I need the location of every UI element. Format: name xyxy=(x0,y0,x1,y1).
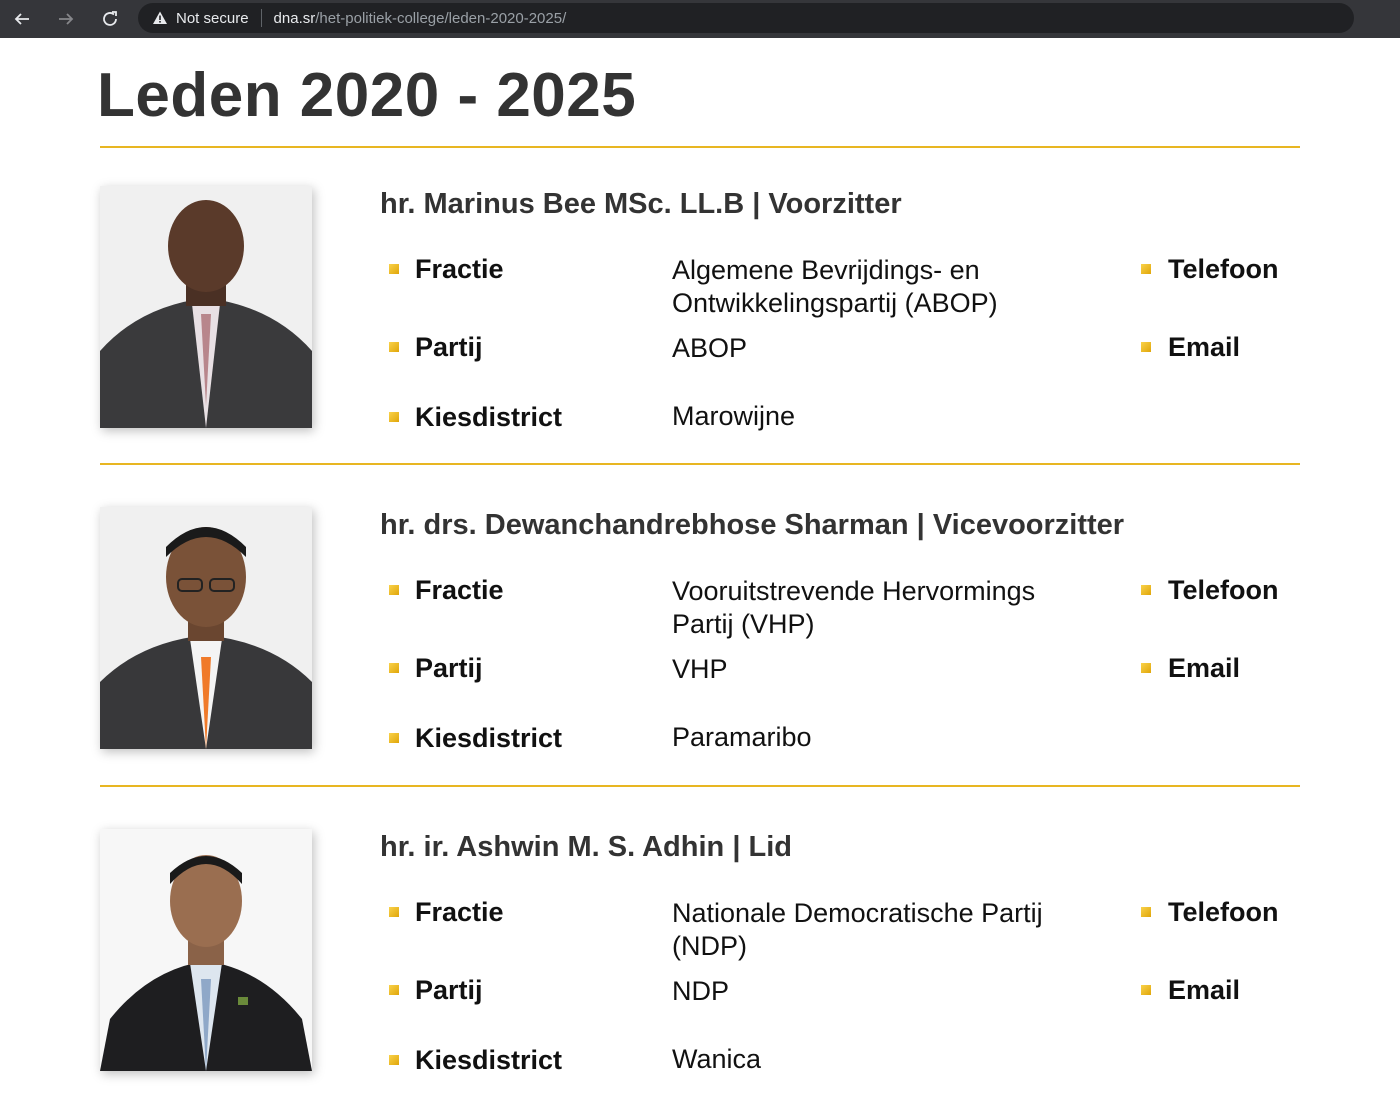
fractie-value: Vooruitstrevende Hervormings Partij (VHP… xyxy=(672,575,1112,641)
bullet-icon xyxy=(1141,264,1151,274)
member-name: hr. drs. Dewanchandrebhose Sharman | Vic… xyxy=(380,509,1125,541)
member-name: hr. ir. Ashwin M. S. Adhin | Lid xyxy=(380,831,792,863)
partij-label: Partij xyxy=(415,653,483,683)
fractie-value: Nationale Democratische Partij (NDP) xyxy=(672,897,1112,963)
member-card: hr. Marinus Bee MSc. LL.B | Voorzitter F… xyxy=(100,186,1300,436)
security-status[interactable]: Not secure xyxy=(176,10,249,27)
bullet-icon xyxy=(1141,663,1151,673)
email-label[interactable]: Email xyxy=(1168,332,1240,363)
kiesdistrict-value: Wanica xyxy=(672,1044,762,1074)
bullet-icon xyxy=(389,663,399,673)
fractie-label: Fractie xyxy=(415,254,504,284)
partij-value: ABOP xyxy=(672,333,748,363)
browser-toolbar: Not secure dna.sr/het-politiek-college/l… xyxy=(0,0,1400,38)
arrow-right-icon xyxy=(59,13,74,25)
omnibox-divider xyxy=(260,9,262,27)
url-path: /het-politiek-college/leden-2020-2025/ xyxy=(315,9,567,27)
partij-value: NDP xyxy=(672,976,730,1006)
telefoon-label[interactable]: Telefoon xyxy=(1168,575,1279,606)
kiesdistrict-label: Kiesdistrict xyxy=(415,723,563,753)
bullet-icon xyxy=(389,585,399,595)
fractie-value: Algemene Bevrijdings- en Ontwikkelingspa… xyxy=(672,254,1112,320)
address-bar[interactable]: Not secure dna.sr/het-politiek-college/l… xyxy=(138,3,1354,33)
fractie-line-2: Ontwikkelingspartij (ABOP) xyxy=(672,288,998,318)
member-card: hr. ir. Ashwin M. S. Adhin | Lid Fractie… xyxy=(100,829,1300,1079)
divider xyxy=(100,785,1300,787)
bullet-icon xyxy=(389,1055,399,1065)
arrow-left-icon xyxy=(14,13,29,25)
member-photo xyxy=(100,829,312,1071)
telefoon-label[interactable]: Telefoon xyxy=(1168,254,1279,285)
divider xyxy=(100,463,1300,465)
forward-button[interactable] xyxy=(46,0,86,38)
fractie-label: Fractie xyxy=(415,575,504,605)
partij-value: VHP xyxy=(672,654,728,684)
bullet-icon xyxy=(389,733,399,743)
reload-button[interactable] xyxy=(90,0,130,38)
kiesdistrict-label: Kiesdistrict xyxy=(415,402,563,432)
member-name: hr. Marinus Bee MSc. LL.B | Voorzitter xyxy=(380,188,902,220)
member-photo xyxy=(100,507,312,749)
kiesdistrict-label: Kiesdistrict xyxy=(415,1045,563,1075)
bullet-icon xyxy=(389,907,399,917)
divider xyxy=(100,146,1300,148)
fractie-label: Fractie xyxy=(415,897,504,927)
partij-label: Partij xyxy=(415,332,483,362)
fractie-line-1: Algemene Bevrijdings- en xyxy=(672,255,980,285)
member-photo xyxy=(100,186,312,428)
bullet-icon xyxy=(1141,907,1151,917)
url-host: dna.sr xyxy=(273,9,316,27)
bullet-icon xyxy=(389,412,399,422)
bullet-icon xyxy=(389,342,399,352)
page-title: Leden 2020 - 2025 xyxy=(97,61,637,130)
kiesdistrict-value: Marowijne xyxy=(672,401,796,431)
back-button[interactable] xyxy=(2,0,42,38)
fractie-line-2: Partij (VHP) xyxy=(672,609,815,639)
partij-label: Partij xyxy=(415,975,483,1005)
fractie-line-2: (NDP) xyxy=(672,931,747,961)
email-label[interactable]: Email xyxy=(1168,975,1240,1006)
fractie-line-1: Nationale Democratische Partij xyxy=(672,898,1043,928)
telefoon-label[interactable]: Telefoon xyxy=(1168,897,1279,928)
bullet-icon xyxy=(389,985,399,995)
bullet-icon xyxy=(1141,342,1151,352)
warning-icon xyxy=(152,10,168,26)
bullet-icon xyxy=(389,264,399,274)
bullet-icon xyxy=(1141,985,1151,995)
reload-icon xyxy=(103,11,117,26)
fractie-line-1: Vooruitstrevende Hervormings xyxy=(672,576,1036,606)
kiesdistrict-value: Paramaribo xyxy=(672,722,812,752)
member-card: hr. drs. Dewanchandrebhose Sharman | Vic… xyxy=(100,507,1300,757)
email-label[interactable]: Email xyxy=(1168,653,1240,684)
bullet-icon xyxy=(1141,585,1151,595)
